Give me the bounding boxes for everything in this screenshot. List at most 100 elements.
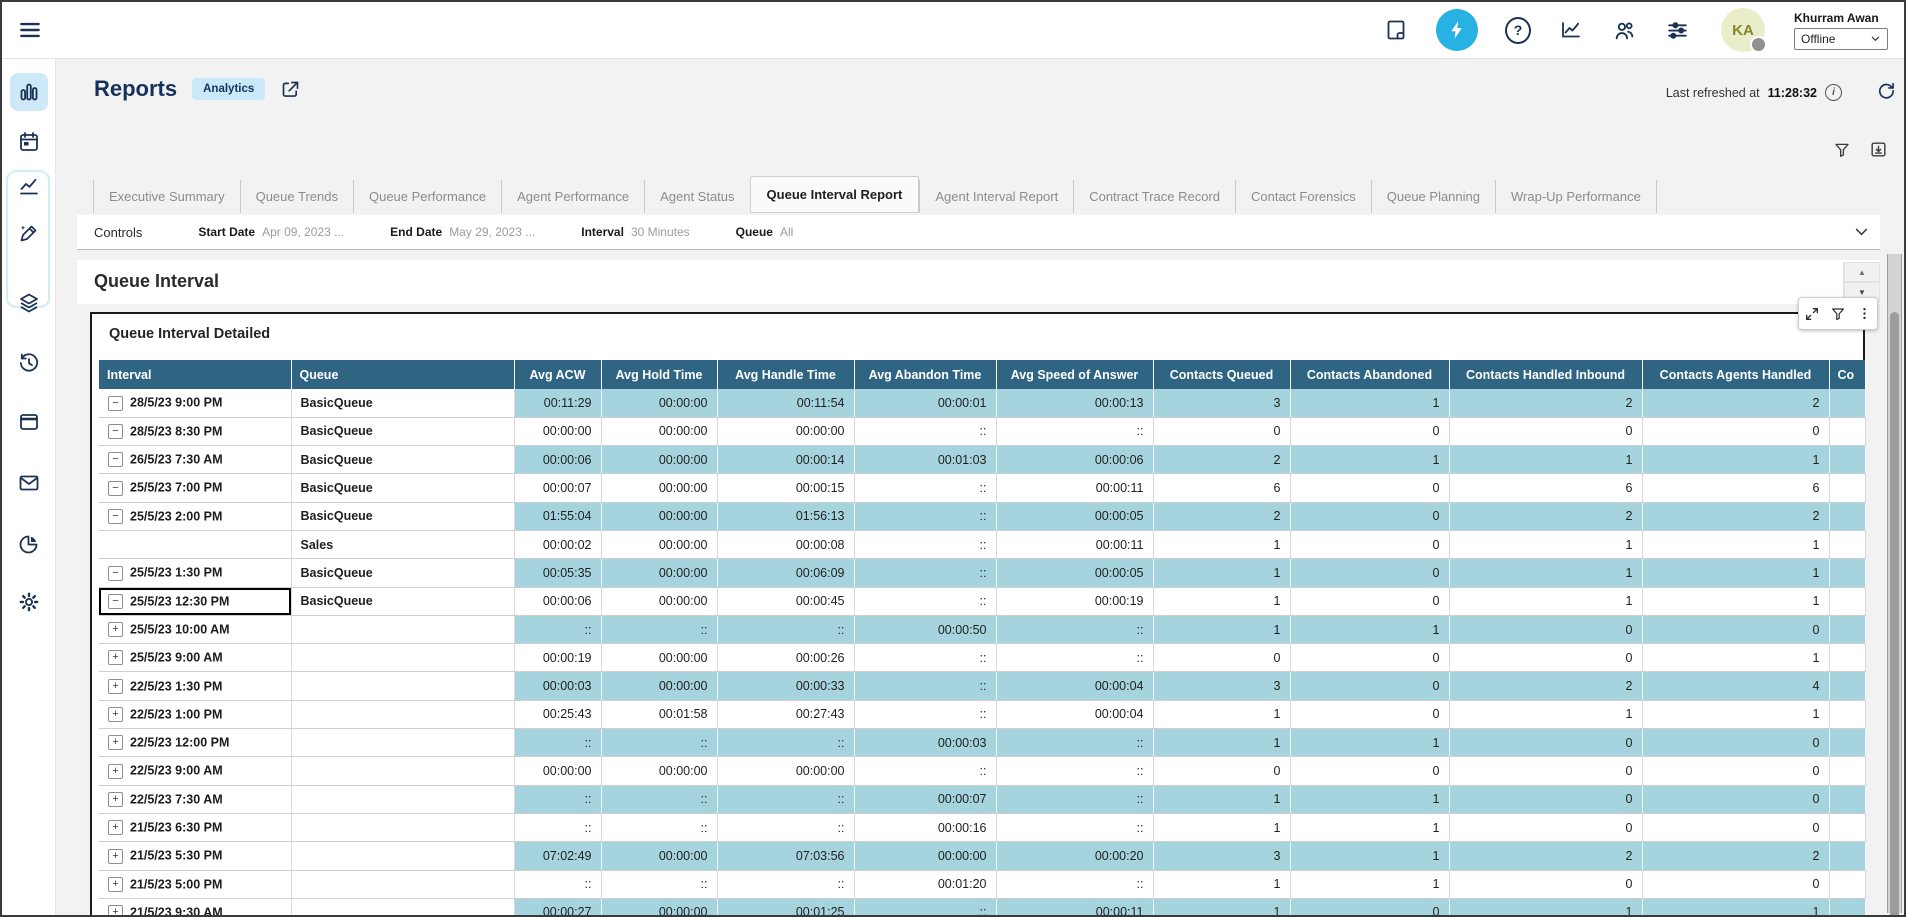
column-header-contacts-agents-handled[interactable]: Contacts Agents Handled <box>1642 360 1829 389</box>
open-external-button[interactable] <box>280 79 301 100</box>
value-cell[interactable]: 00:00:26 <box>717 644 854 672</box>
control-end-date[interactable]: End DateMay 29, 2023 ... <box>390 225 535 239</box>
value-cell[interactable]: 00:00:03 <box>514 672 601 700</box>
value-cell[interactable]: 00:01:25 <box>717 898 854 917</box>
expand-row-icon[interactable]: + <box>108 905 123 917</box>
value-cell[interactable]: :: <box>514 615 601 643</box>
value-cell[interactable]: 1 <box>1153 615 1290 643</box>
value-cell[interactable]: 00:00:50 <box>854 615 996 643</box>
collapse-row-icon[interactable]: − <box>108 424 123 439</box>
value-cell[interactable]: 00:00:06 <box>514 446 601 474</box>
value-cell[interactable]: 00:00:04 <box>996 700 1153 728</box>
value-cell[interactable]: 0 <box>1449 615 1642 643</box>
value-cell[interactable]: 1 <box>1290 842 1449 870</box>
expand-row-icon[interactable]: + <box>108 679 123 694</box>
queue-cell[interactable]: BasicQueue <box>291 446 514 474</box>
value-cell[interactable]: 1 <box>1642 700 1829 728</box>
collapse-controls-button[interactable] <box>1853 223 1870 240</box>
notes-button[interactable] <box>1383 17 1409 43</box>
value-cell[interactable]: 00:00:00 <box>514 417 601 445</box>
value-cell[interactable]: 0 <box>1642 615 1829 643</box>
sidebar-item-schedule[interactable] <box>10 123 48 161</box>
interval-cell[interactable]: +21/5/23 9:30 AM <box>99 898 291 917</box>
value-cell[interactable]: 1 <box>1642 446 1829 474</box>
value-cell[interactable]: 0 <box>1290 644 1449 672</box>
value-cell[interactable]: 1 <box>1290 729 1449 757</box>
collapse-row-icon[interactable]: − <box>108 509 123 524</box>
value-cell[interactable]: 0 <box>1290 417 1449 445</box>
column-header-co[interactable]: Co <box>1829 360 1865 389</box>
value-cell[interactable]: 00:00:00 <box>601 417 717 445</box>
value-cell[interactable]: 00:00:00 <box>601 587 717 615</box>
value-cell[interactable]: 1 <box>1290 615 1449 643</box>
column-header-avg-speed-of-answer[interactable]: Avg Speed of Answer <box>996 360 1153 389</box>
queue-cell[interactable] <box>291 785 514 813</box>
value-cell[interactable]: 0 <box>1642 870 1829 898</box>
info-icon[interactable]: i <box>1825 84 1842 101</box>
tab-agent-performance[interactable]: Agent Performance <box>501 180 644 213</box>
user-avatar[interactable]: KA <box>1721 8 1765 52</box>
value-cell[interactable]: 00:00:27 <box>514 898 601 917</box>
value-cell[interactable]: 2 <box>1449 502 1642 530</box>
metrics-button[interactable] <box>1558 17 1584 43</box>
value-cell[interactable]: :: <box>996 644 1153 672</box>
queue-cell[interactable]: BasicQueue <box>291 587 514 615</box>
value-cell[interactable]: :: <box>854 474 996 502</box>
queue-cell[interactable] <box>291 898 514 917</box>
queue-cell[interactable]: BasicQueue <box>291 559 514 587</box>
scrollbar-thumb[interactable] <box>1890 312 1899 917</box>
control-interval[interactable]: Interval30 Minutes <box>581 225 689 239</box>
value-cell[interactable]: :: <box>717 813 854 841</box>
value-cell[interactable]: :: <box>514 813 601 841</box>
value-cell[interactable]: 0 <box>1642 729 1829 757</box>
value-cell[interactable]: 00:01:03 <box>854 446 996 474</box>
queue-cell[interactable] <box>291 700 514 728</box>
interval-cell[interactable]: +21/5/23 5:30 PM <box>99 842 291 870</box>
tab-wrap-up-performance[interactable]: Wrap-Up Performance <box>1495 180 1657 213</box>
tab-queue-interval-report[interactable]: Queue Interval Report <box>750 176 920 213</box>
value-cell[interactable]: 00:00:00 <box>601 502 717 530</box>
value-cell[interactable]: 1 <box>1153 813 1290 841</box>
more-options-button[interactable] <box>1853 303 1875 325</box>
interval-cell-selected[interactable]: −25/5/23 12:30 PM <box>99 587 291 615</box>
value-cell[interactable]: 6 <box>1642 474 1829 502</box>
queue-cell[interactable] <box>291 729 514 757</box>
interval-cell[interactable]: +25/5/23 10:00 AM <box>99 615 291 643</box>
value-cell[interactable]: 00:00:00 <box>601 757 717 785</box>
value-cell[interactable]: 00:01:20 <box>854 870 996 898</box>
value-cell[interactable]: 2 <box>1642 502 1829 530</box>
tab-queue-performance[interactable]: Queue Performance <box>353 180 501 213</box>
value-cell[interactable]: 00:25:43 <box>514 700 601 728</box>
value-cell[interactable]: :: <box>854 644 996 672</box>
value-cell[interactable]: 07:03:56 <box>717 842 854 870</box>
value-cell[interactable]: 0 <box>1449 729 1642 757</box>
value-cell[interactable]: 0 <box>1290 700 1449 728</box>
queue-cell[interactable]: BasicQueue <box>291 389 514 417</box>
value-cell[interactable]: 2 <box>1449 672 1642 700</box>
value-cell[interactable]: 00:01:58 <box>601 700 717 728</box>
expand-row-icon[interactable]: + <box>108 877 123 892</box>
value-cell[interactable]: 00:00:14 <box>717 446 854 474</box>
scroll-up-button[interactable]: ▲ <box>1844 262 1880 282</box>
value-cell[interactable]: 3 <box>1153 389 1290 417</box>
value-cell[interactable]: 0 <box>1153 757 1290 785</box>
queue-cell[interactable]: BasicQueue <box>291 417 514 445</box>
value-cell[interactable]: 1 <box>1449 530 1642 558</box>
sidebar-item-flows[interactable] <box>10 284 48 322</box>
value-cell[interactable]: :: <box>717 870 854 898</box>
value-cell[interactable]: 1 <box>1449 559 1642 587</box>
column-header-avg-acw[interactable]: Avg ACW <box>514 360 601 389</box>
interval-cell[interactable]: +25/5/23 9:00 AM <box>99 644 291 672</box>
value-cell[interactable]: :: <box>996 417 1153 445</box>
quick-actions-button[interactable] <box>1436 9 1478 51</box>
value-cell[interactable]: 00:00:15 <box>717 474 854 502</box>
page-scrollbar[interactable] <box>1887 254 1902 913</box>
value-cell[interactable]: 01:56:13 <box>717 502 854 530</box>
interval-cell[interactable]: −28/5/23 8:30 PM <box>99 417 291 445</box>
value-cell[interactable]: :: <box>514 729 601 757</box>
value-cell[interactable]: 0 <box>1290 502 1449 530</box>
value-cell[interactable]: 00:05:35 <box>514 559 601 587</box>
value-cell[interactable]: 00:00:13 <box>996 389 1153 417</box>
column-header-contacts-queued[interactable]: Contacts Queued <box>1153 360 1290 389</box>
interval-cell[interactable]: −25/5/23 2:00 PM <box>99 502 291 530</box>
